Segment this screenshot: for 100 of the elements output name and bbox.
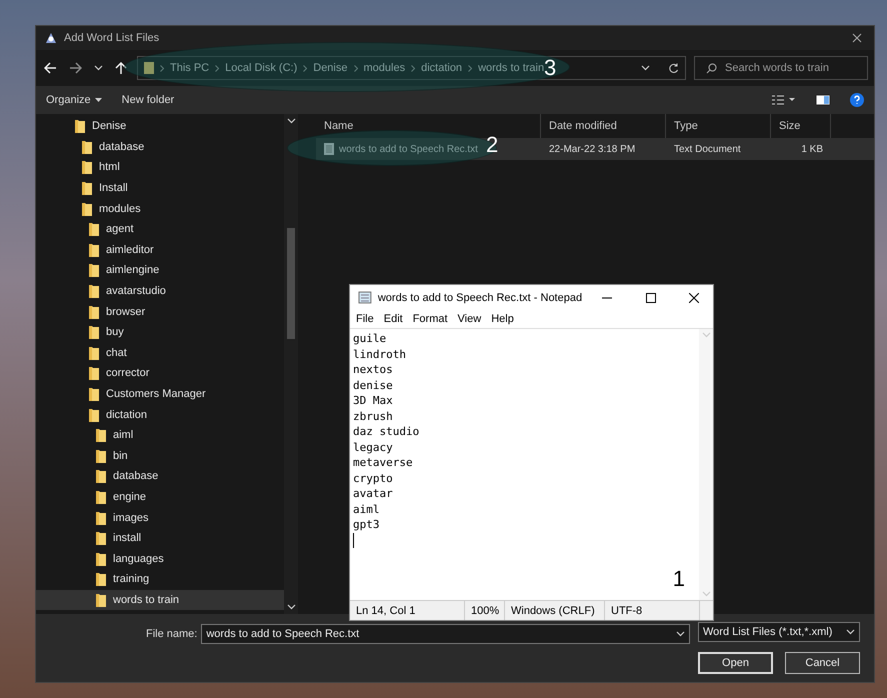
- menu-item[interactable]: Edit: [384, 313, 403, 325]
- folder-icon: [95, 469, 107, 484]
- folder-icon: [88, 346, 100, 360]
- status-bar-item: Windows (CRLF): [505, 601, 605, 620]
- help-icon[interactable]: [850, 93, 864, 107]
- folder-tree-item[interactable]: agent: [36, 218, 284, 240]
- app-icon: [44, 31, 58, 45]
- text-file-icon: [324, 143, 334, 155]
- folder-icon: [88, 408, 100, 422]
- folder-tree-item[interactable]: aimlengine: [36, 260, 284, 281]
- folder-tree-item[interactable]: browser: [36, 301, 284, 322]
- caret-icon: [94, 98, 102, 102]
- folder-tree-item[interactable]: bin: [36, 446, 284, 466]
- scrollbar-thumb[interactable]: [287, 228, 295, 339]
- folder-icon: [95, 531, 107, 546]
- folder-icon: [88, 222, 100, 236]
- annotation-number: 1: [672, 568, 685, 590]
- status-bar-item: UTF-8: [605, 601, 700, 620]
- file-name-field[interactable]: words to add to Speech Rec.txt: [201, 624, 690, 644]
- breadcrumb-item[interactable]: words to train: [478, 62, 544, 74]
- folder-icon: [88, 242, 100, 257]
- menu-item[interactable]: View: [458, 313, 482, 325]
- breadcrumb-item[interactable]: Denise: [313, 62, 348, 74]
- window-title: Add Word List Files: [64, 32, 160, 44]
- menu-item[interactable]: File: [356, 313, 374, 325]
- chevron-down-icon: [676, 631, 685, 637]
- chevron-down-icon: [846, 629, 855, 635]
- search-field[interactable]: Search words to train: [694, 56, 868, 80]
- folder-tree-item[interactable]: aiml: [36, 424, 284, 446]
- view-options-icon[interactable]: [772, 95, 796, 105]
- folder-tree-item[interactable]: languages: [36, 548, 284, 570]
- folder-tree-item[interactable]: database: [36, 466, 284, 487]
- chevron-down-icon: [94, 65, 103, 71]
- folder-tree-item[interactable]: images: [36, 507, 284, 528]
- folder-icon: [88, 304, 100, 319]
- chevron-right-icon: [411, 64, 416, 72]
- folder-icon: [95, 592, 107, 607]
- folder-tree-item[interactable]: dictation: [36, 404, 284, 425]
- folder-icon: [95, 572, 107, 586]
- folder-tree-item[interactable]: chat: [36, 342, 284, 364]
- menu-item[interactable]: Format: [412, 313, 448, 325]
- breadcrumb-item[interactable]: This PC: [170, 62, 210, 74]
- folder-tree-item[interactable]: corrector: [36, 363, 284, 384]
- folder-icon: [81, 181, 93, 196]
- folder-icon: [95, 490, 107, 504]
- folder-tree-item[interactable]: training: [36, 569, 284, 590]
- refresh-icon[interactable]: [668, 62, 679, 74]
- chevron-right-icon: [303, 64, 308, 72]
- chevron-down-icon: [286, 604, 296, 610]
- breadcrumb-item[interactable]: Local Disk (C:): [225, 62, 298, 74]
- folder-tree-item[interactable]: Install: [36, 178, 284, 198]
- notepad-icon: [358, 291, 372, 304]
- close-icon[interactable]: [852, 33, 862, 43]
- folder-icon: [88, 366, 100, 380]
- back-button[interactable]: [42, 62, 59, 74]
- folder-icon: [95, 510, 107, 525]
- status-bar-item: Ln 14, Col 1: [350, 601, 465, 620]
- folder-tree-item[interactable]: words to train: [36, 590, 284, 610]
- folder-tree-item[interactable]: database: [36, 136, 284, 158]
- folder-tree-item[interactable]: Customers Manager: [36, 384, 284, 404]
- chevron-down-icon: [641, 65, 650, 71]
- folder-icon: [88, 325, 100, 340]
- folder-icon: [88, 387, 100, 402]
- breadcrumb-item[interactable]: modules: [364, 62, 406, 74]
- folder-tree-item[interactable]: aimleditor: [36, 240, 284, 260]
- folder-tree-item[interactable]: avatarstudio: [36, 280, 284, 302]
- folder-tree-item[interactable]: buy: [36, 322, 284, 343]
- folder-tree-item[interactable]: engine: [36, 486, 284, 508]
- folder-icon: [88, 263, 100, 278]
- annotation-number: 3: [544, 57, 556, 79]
- folder-tree-item[interactable]: html: [36, 157, 284, 178]
- notepad-title: words to add to Speech Rec.txt - Notepad: [378, 292, 582, 304]
- breadcrumb-item[interactable]: dictation: [421, 62, 462, 74]
- folder-tree-item[interactable]: install: [36, 528, 284, 548]
- folder-icon: [144, 62, 154, 74]
- folder-icon: [95, 552, 107, 566]
- folder-icon: [81, 202, 93, 216]
- status-bar-item: 100%: [465, 601, 505, 620]
- chevron-down-icon: [702, 591, 710, 597]
- chevron-right-icon: [468, 64, 472, 72]
- folder-tree-item[interactable]: modules: [36, 198, 284, 219]
- folder-icon: [74, 119, 86, 134]
- folder-icon: [88, 284, 100, 298]
- toolbar-button[interactable]: Organize: [46, 94, 102, 106]
- chevron-right-icon: [160, 64, 164, 72]
- folder-icon: [81, 140, 93, 154]
- folder-icon: [95, 428, 107, 442]
- folder-icon: [81, 160, 93, 174]
- toolbar-button[interactable]: New folder: [122, 94, 174, 106]
- chevron-right-icon: [215, 64, 220, 72]
- file-type-dropdown[interactable]: Word List Files (*.txt,*.xml): [698, 622, 860, 642]
- menu-item[interactable]: Help: [491, 313, 514, 325]
- file-name-label: File name:: [146, 628, 198, 640]
- dialog-button[interactable]: Open: [698, 652, 774, 674]
- preview-pane-icon[interactable]: [816, 95, 830, 105]
- folder-icon: [95, 448, 107, 463]
- folder-tree-item[interactable]: Denise: [36, 116, 284, 137]
- recent-locations-button[interactable]: [92, 65, 105, 71]
- up-button[interactable]: [113, 62, 129, 74]
- dialog-button[interactable]: Cancel: [785, 652, 860, 674]
